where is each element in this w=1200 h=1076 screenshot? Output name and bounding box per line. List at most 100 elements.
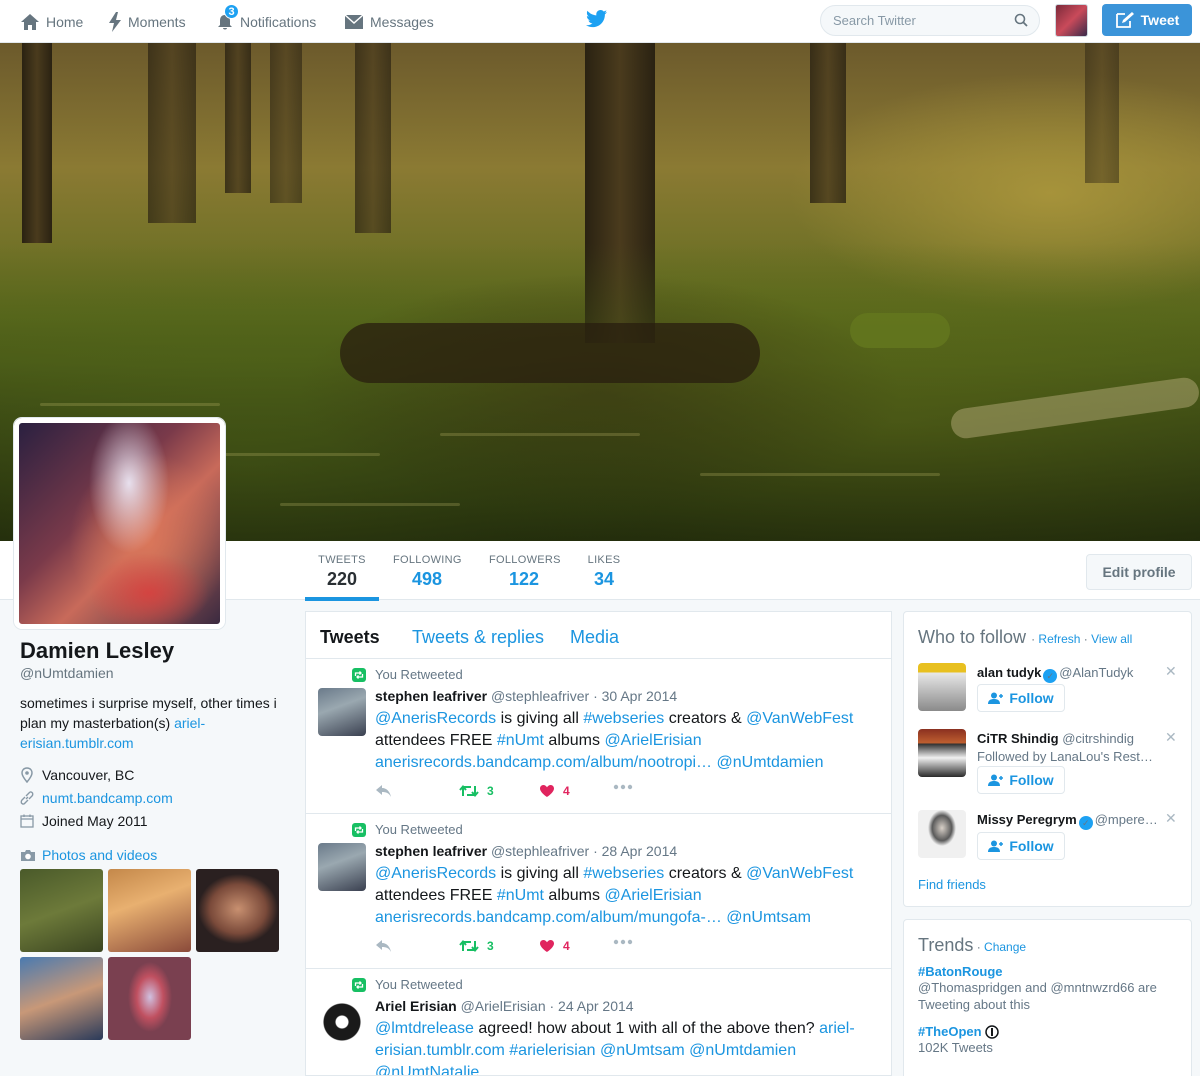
tab-tweets-and-replies[interactable]: Tweets & replies [412, 627, 544, 648]
stat-likes-label: LIKES [587, 554, 621, 566]
hashtag-link[interactable]: #arielerisian [509, 1042, 595, 1059]
tweet-item[interactable]: You Retweeted stephen leafriver @stephle… [306, 659, 891, 814]
compose-tweet-button[interactable]: Tweet [1102, 4, 1192, 36]
follow-button[interactable]: Follow [977, 832, 1065, 860]
photos-and-videos-link[interactable]: Photos and videos [20, 847, 290, 863]
mention-link[interactable]: @lmtdrelease [375, 1020, 474, 1037]
edit-profile-button[interactable]: Edit profile [1086, 554, 1192, 590]
tab-tweets[interactable]: Tweets [320, 627, 380, 648]
dismiss-suggestion-icon[interactable]: ✕ [1165, 810, 1177, 827]
tweet-text-segment: attendees FREE [375, 732, 497, 749]
search-input[interactable] [821, 6, 1001, 35]
tweet-item[interactable]: You Retweeted Ariel Erisian @ArielErisia… [306, 969, 891, 1075]
suggested-user-name[interactable]: CiTR Shindig [977, 731, 1059, 746]
like-count: 4 [563, 939, 570, 953]
trend-hashtag[interactable]: #BatonRouge [918, 964, 1178, 979]
suggested-user-avatar[interactable] [918, 810, 966, 858]
tweet-author-name[interactable]: stephen leafriver [375, 843, 487, 859]
nav-notifications[interactable]: 3 Notifications [216, 0, 316, 43]
trend-item[interactable]: #BatonRouge @Thomaspridgen and @mntnwzrd… [918, 964, 1178, 1013]
hashtag-link[interactable]: #webseries [583, 865, 664, 882]
tweet-author-avatar[interactable] [318, 843, 366, 891]
mention-link[interactable]: @nUmtsam [726, 909, 811, 926]
mention-link[interactable]: @ArielErisian [604, 732, 701, 749]
more-dots-icon [613, 939, 633, 945]
nav-messages[interactable]: Messages [344, 0, 434, 43]
retweet-button[interactable]: 3 [459, 939, 494, 953]
change-trends-link[interactable]: Change [984, 940, 1026, 954]
url-link[interactable]: anerisrecords.bandcamp.com/album/mungofa… [375, 909, 722, 926]
more-options-button[interactable] [613, 784, 641, 790]
trend-item[interactable]: #TheOpen 102K Tweets [918, 1024, 1178, 1056]
tweet-author-name[interactable]: stephen leafriver [375, 688, 487, 704]
hashtag-link[interactable]: #nUmt [497, 887, 544, 904]
mention-link[interactable]: @nUmtsam [600, 1042, 685, 1059]
stat-likes[interactable]: LIKES 34 [586, 554, 622, 590]
stat-following[interactable]: FOLLOWING 498 [393, 554, 461, 590]
tweet-text-segment: is giving all [496, 865, 584, 882]
refresh-link[interactable]: Refresh [1038, 632, 1080, 646]
follow-button[interactable]: Follow [977, 684, 1065, 712]
account-avatar[interactable] [1055, 4, 1088, 37]
hashtag-link[interactable]: #nUmt [497, 732, 544, 749]
more-options-button[interactable] [613, 939, 641, 945]
photo-thumbnail[interactable] [108, 957, 191, 1040]
nav-home[interactable]: Home [20, 0, 83, 43]
photo-thumbnail[interactable] [108, 869, 191, 952]
nav-moments[interactable]: Moments [108, 0, 186, 43]
photo-thumbnail[interactable] [20, 957, 103, 1040]
profile-handle[interactable]: @nUmtdamien [20, 665, 290, 681]
find-friends-link[interactable]: Find friends [918, 877, 986, 892]
photo-thumbnail[interactable] [20, 869, 103, 952]
dismiss-suggestion-icon[interactable]: ✕ [1165, 729, 1177, 746]
tweet-author-avatar[interactable] [318, 998, 366, 1046]
tab-media[interactable]: Media [570, 627, 619, 648]
mention-link[interactable]: @nUmtNatalie [375, 1064, 479, 1075]
tweet-author-avatar[interactable] [318, 688, 366, 736]
mention-link[interactable]: @nUmtdamien [689, 1042, 796, 1059]
tweet-item[interactable]: You Retweeted stephen leafriver @stephle… [306, 814, 891, 969]
envelope-icon [344, 13, 364, 29]
tweet-text-segment: creators & [664, 865, 747, 882]
like-button[interactable]: 4 [539, 939, 570, 953]
mention-link[interactable]: @VanWebFest [746, 710, 853, 727]
tweet-text: @AnerisRecords is giving all #webseries … [375, 863, 880, 929]
mention-link[interactable]: @ArielErisian [604, 887, 701, 904]
follow-button[interactable]: Follow [977, 766, 1065, 794]
tweet-meta[interactable]: @stephleafriver · 28 Apr 2014 [491, 843, 677, 859]
profile-avatar[interactable] [14, 418, 225, 629]
like-button[interactable]: 4 [539, 784, 570, 798]
url-link[interactable]: anerisrecords.bandcamp.com/album/nootrop… [375, 754, 712, 771]
stat-tweets[interactable]: TWEETS 220 [318, 554, 366, 590]
suggested-user-name[interactable]: alan tudyk [977, 665, 1041, 680]
reply-button[interactable] [375, 939, 401, 953]
camera-icon [21, 849, 35, 861]
suggested-user-handle[interactable]: @AlanTudyk [1059, 665, 1133, 680]
stat-followers[interactable]: FOLLOWERS 122 [489, 554, 560, 590]
photo-thumbnail[interactable] [196, 869, 279, 952]
suggested-user-avatar[interactable] [918, 729, 966, 777]
mention-link[interactable]: @AnerisRecords [375, 865, 496, 882]
search-icon[interactable] [1014, 13, 1028, 27]
mention-link[interactable]: @nUmtdamien [717, 754, 824, 771]
profile-name[interactable]: Damien Lesley [20, 638, 290, 664]
twitter-bird-icon[interactable] [586, 9, 608, 29]
tweet-meta[interactable]: @ArielErisian · 24 Apr 2014 [461, 998, 634, 1014]
view-all-link[interactable]: View all [1091, 632, 1132, 646]
suggested-user-handle[interactable]: @mpere… [1095, 812, 1158, 827]
mention-link[interactable]: @VanWebFest [746, 865, 853, 882]
suggested-user: alan tudyk ✓ @AlanTudyk Follow [918, 663, 1168, 723]
reply-button[interactable] [375, 784, 401, 798]
hashtag-link[interactable]: #webseries [583, 710, 664, 727]
tweet-meta[interactable]: @stephleafriver · 30 Apr 2014 [491, 688, 677, 704]
trend-hashtag[interactable]: #TheOpen [918, 1024, 982, 1039]
website-link[interactable]: numt.bandcamp.com [42, 790, 173, 806]
search-box[interactable] [820, 5, 1040, 36]
retweet-button[interactable]: 3 [459, 784, 494, 798]
dismiss-suggestion-icon[interactable]: ✕ [1165, 663, 1177, 680]
suggested-user-handle[interactable]: @citrshindig [1062, 731, 1134, 746]
suggested-user-name[interactable]: Missy Peregrym [977, 812, 1077, 827]
mention-link[interactable]: @AnerisRecords [375, 710, 496, 727]
suggested-user-avatar[interactable] [918, 663, 966, 711]
tweet-author-name[interactable]: Ariel Erisian [375, 998, 457, 1014]
